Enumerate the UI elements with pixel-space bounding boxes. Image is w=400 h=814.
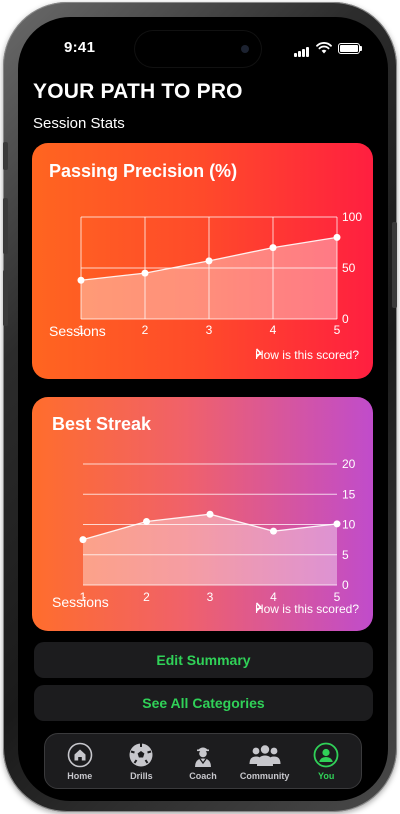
phone-frame: 9:41 YOUR PATH TO PRO Session Stats 0 50 1… [3, 2, 397, 812]
community-icon [248, 742, 282, 768]
power-button [392, 222, 397, 308]
y-tick-label: 20 [342, 457, 356, 471]
data-point [79, 536, 87, 544]
cellular-signal-icon [294, 39, 310, 57]
battery-icon [338, 42, 362, 54]
data-point [143, 517, 150, 525]
y-tick-label: 50 [342, 261, 356, 275]
status-time: 9:41 [64, 39, 96, 56]
data-point [141, 269, 149, 277]
data-point [269, 244, 277, 252]
edit-summary-button[interactable]: Edit Summary [34, 642, 373, 678]
data-point [270, 527, 277, 535]
profile-icon [313, 742, 339, 768]
data-point [333, 520, 341, 528]
y-tick-label: 15 [342, 487, 356, 501]
mute-switch [3, 142, 8, 170]
tab-label: Community [239, 770, 290, 781]
y-tick-label: 100 [342, 210, 362, 224]
data-point [206, 510, 214, 518]
coach-icon [190, 742, 216, 768]
home-icon [67, 742, 93, 768]
tab-home[interactable]: Home [50, 742, 110, 781]
data-point [333, 233, 341, 241]
tab-label: Coach [189, 770, 217, 781]
x-tick-label: 4 [270, 323, 277, 337]
volume-down-button [3, 270, 8, 326]
wifi-icon [316, 42, 332, 54]
how-scored-link[interactable]: How is this scored? [255, 602, 359, 616]
volume-up-button [3, 198, 8, 254]
y-tick-label: 0 [342, 312, 349, 326]
y-tick-label: 0 [342, 578, 349, 592]
status-icons [294, 39, 362, 57]
passing-precision-card: 0 50 100 1 2 3 4 5 Passing Precision (%) Sessio… [32, 143, 373, 379]
data-point [205, 257, 213, 265]
data-point [77, 276, 85, 284]
best-streak-card: 0 5 10 15 20 1 2 3 4 5 Best Streak Sessions How i… [32, 397, 373, 631]
tab-drills[interactable]: Drills [111, 742, 171, 781]
chevron-right-icon [255, 348, 262, 358]
x-tick-label: 3 [206, 323, 213, 337]
camera-icon [241, 45, 249, 53]
tab-coach[interactable]: Coach [173, 742, 233, 781]
section-subtitle: Session Stats [33, 115, 125, 132]
tab-you[interactable]: You [296, 742, 356, 781]
tab-bar: Home Drills Coach Community You [44, 733, 362, 789]
tab-label: You [318, 770, 335, 781]
x-tick-label: 5 [334, 323, 341, 337]
how-scored-link[interactable]: How is this scored? [255, 348, 359, 362]
tab-label: Drills [130, 770, 153, 781]
dynamic-island [135, 31, 261, 67]
chevron-right-icon [255, 602, 262, 612]
x-axis-label: Sessions [49, 323, 106, 339]
tab-community[interactable]: Community [235, 742, 295, 781]
card-title-passing-precision: Passing Precision (%) [49, 161, 238, 181]
x-axis-label: Sessions [52, 594, 109, 610]
see-all-categories-button[interactable]: See All Categories [34, 685, 373, 721]
screen: 9:41 YOUR PATH TO PRO Session Stats 0 50 1… [18, 17, 388, 801]
y-tick-label: 10 [342, 518, 356, 532]
x-tick-label: 2 [143, 590, 150, 604]
page-title: YOUR PATH TO PRO [33, 80, 243, 103]
tab-label: Home [67, 770, 93, 781]
x-tick-label: 2 [142, 323, 149, 337]
soccer-ball-icon [128, 742, 154, 768]
how-scored-link-label: How is this scored? [254, 348, 359, 362]
card-title-best-streak: Best Streak [52, 414, 152, 434]
y-tick-label: 5 [342, 548, 349, 562]
x-tick-label: 3 [207, 590, 214, 604]
how-scored-link-label: How is this scored? [254, 602, 359, 616]
